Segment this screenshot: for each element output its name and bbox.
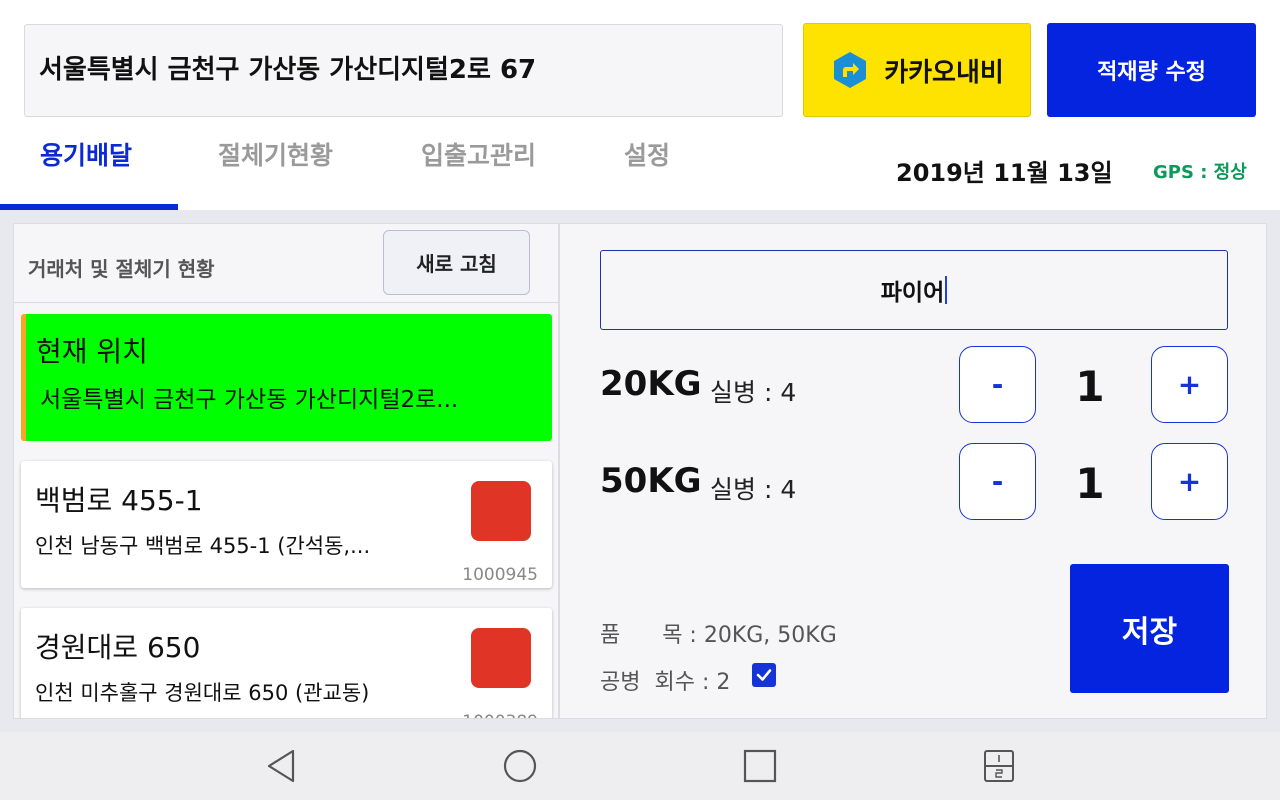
current-date: 2019년 11월 13일 bbox=[896, 159, 1113, 187]
customer-status-indicator bbox=[471, 481, 531, 541]
address-display: 서울특별시 금천구 가산동 가산디지털2로 67 bbox=[24, 24, 783, 117]
customer-list-panel: 거래처 및 절체기 현황 새로 고침 현재 위치 서울특별시 금천구 가산동 가… bbox=[13, 223, 559, 719]
customer-search-input[interactable]: 파이어 bbox=[600, 250, 1228, 330]
quantity-value: 1 bbox=[1075, 362, 1105, 411]
empty-return-summary: 공병 회수 : 2 bbox=[600, 670, 731, 695]
current-location-address: 서울특별시 금천구 가산동 가산디지털2로... bbox=[40, 387, 459, 413]
customer-name: 경원대로 650 bbox=[35, 631, 201, 664]
tab-inventory-management[interactable]: 입출고관리 bbox=[421, 136, 536, 172]
back-button[interactable] bbox=[261, 746, 301, 786]
filled-count-label: 실병 bbox=[710, 475, 757, 504]
delivery-detail-panel: 파이어 20KG 실병 : 4 - 1 + 50KG 실병 : 4 - 1 + … bbox=[559, 223, 1267, 719]
split-screen-icon bbox=[984, 750, 1014, 782]
customer-address: 인천 미추홀구 경원대로 650 (관교동) bbox=[35, 681, 370, 705]
tab-settings[interactable]: 설정 bbox=[624, 136, 670, 172]
filled-count-separator: : bbox=[756, 475, 781, 504]
kakao-navi-button[interactable]: 카카오내비 bbox=[803, 23, 1031, 117]
items-summary: 품 목 : 20KG, 50KG bbox=[600, 623, 837, 648]
navigation-arrow-icon bbox=[834, 52, 867, 88]
divider bbox=[14, 302, 558, 303]
current-location-card[interactable]: 현재 위치 서울특별시 금천구 가산동 가산디지털2로... bbox=[21, 314, 552, 441]
decrement-button[interactable]: - bbox=[959, 346, 1036, 423]
home-icon bbox=[503, 749, 537, 783]
return-checkbox[interactable] bbox=[752, 663, 776, 687]
check-icon bbox=[756, 669, 772, 681]
refresh-label: 새로 고침 bbox=[416, 252, 497, 276]
customer-code: 1000945 bbox=[462, 565, 538, 585]
filled-count-separator: : bbox=[756, 378, 781, 407]
customer-card[interactable]: 경원대로 650 인천 미추홀구 경원대로 650 (관교동) 1000389 bbox=[21, 608, 552, 718]
cylinder-size: 50KG bbox=[600, 461, 702, 501]
filled-count-value: 4 bbox=[780, 378, 797, 407]
customer-address: 인천 남동구 백범로 455-1 (간석동,... bbox=[35, 534, 371, 558]
filled-count: 실병 : 4 bbox=[710, 470, 796, 506]
tab-container-delivery[interactable]: 용기배달 bbox=[40, 136, 132, 172]
quantity-row-20kg: 20KG 실병 : 4 - 1 + bbox=[600, 346, 1230, 424]
save-label: 저장 bbox=[1121, 614, 1178, 650]
edit-load-label: 적재량 수정 bbox=[1097, 60, 1206, 85]
system-nav-bar bbox=[0, 732, 1280, 800]
customer-card[interactable]: 백범로 455-1 인천 남동구 백범로 455-1 (간석동,... 1000… bbox=[21, 461, 552, 588]
increment-button[interactable]: + bbox=[1151, 443, 1228, 520]
recents-icon bbox=[743, 749, 777, 783]
tab-switch-status[interactable]: 절체기현황 bbox=[218, 136, 333, 172]
current-location-title: 현재 위치 bbox=[36, 335, 148, 368]
edit-load-button[interactable]: 적재량 수정 bbox=[1047, 23, 1256, 117]
gps-status: GPS : 정상 bbox=[1153, 162, 1247, 183]
address-text: 서울특별시 금천구 가산동 가산디지털2로 67 bbox=[39, 55, 537, 85]
increment-button[interactable]: + bbox=[1151, 346, 1228, 423]
active-tab-indicator bbox=[0, 204, 178, 210]
filled-count-label: 실병 bbox=[710, 378, 757, 407]
back-icon bbox=[267, 749, 295, 783]
app-window: 서울특별시 금천구 가산동 가산디지털2로 67 카카오내비 적재량 수정 용기… bbox=[0, 0, 1280, 800]
customer-status-indicator bbox=[471, 628, 531, 688]
home-button[interactable] bbox=[500, 746, 540, 786]
recents-button[interactable] bbox=[740, 746, 780, 786]
save-button[interactable]: 저장 bbox=[1070, 564, 1229, 693]
filled-count-value: 4 bbox=[780, 475, 797, 504]
quantity-row-50kg: 50KG 실병 : 4 - 1 + bbox=[600, 443, 1230, 521]
quantity-value: 1 bbox=[1075, 459, 1105, 508]
header: 서울특별시 금천구 가산동 가산디지털2로 67 카카오내비 적재량 수정 용기… bbox=[0, 0, 1280, 210]
text-cursor bbox=[945, 276, 948, 304]
customer-code: 1000389 bbox=[462, 712, 538, 718]
customer-name: 백범로 455-1 bbox=[35, 484, 203, 517]
panel-title: 거래처 및 절체기 현황 bbox=[28, 257, 215, 281]
filled-count: 실병 : 4 bbox=[710, 373, 796, 409]
split-screen-button[interactable] bbox=[979, 746, 1019, 786]
cylinder-size: 20KG bbox=[600, 364, 702, 404]
refresh-button[interactable]: 새로 고침 bbox=[383, 230, 530, 295]
kakao-navi-label: 카카오내비 bbox=[884, 57, 1004, 88]
decrement-button[interactable]: - bbox=[959, 443, 1036, 520]
search-value: 파이어 bbox=[880, 280, 945, 306]
